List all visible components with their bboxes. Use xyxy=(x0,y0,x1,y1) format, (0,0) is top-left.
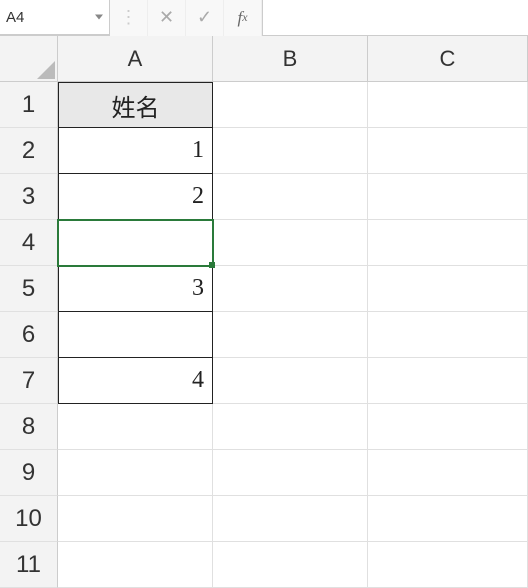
cell-C4[interactable] xyxy=(368,220,528,266)
fx-icon[interactable]: fx xyxy=(224,0,262,36)
cell-B6[interactable] xyxy=(213,312,368,358)
cell-C9[interactable] xyxy=(368,450,528,496)
row-header-10[interactable]: 10 xyxy=(0,496,58,542)
enter-icon[interactable]: ✓ xyxy=(186,0,224,36)
row-header-7[interactable]: 7 xyxy=(0,358,58,404)
row-header-3[interactable]: 3 xyxy=(0,174,58,220)
formula-input[interactable] xyxy=(262,0,528,35)
row-header-9[interactable]: 9 xyxy=(0,450,58,496)
spreadsheet-grid: A B C 1 姓名 2 1 3 2 4 5 3 6 7 4 8 9 10 11 xyxy=(0,36,528,588)
cell-A3[interactable]: 2 xyxy=(58,174,213,220)
cell-A8[interactable] xyxy=(58,404,213,450)
formula-bar: A4 ⋮ ✕ ✓ fx xyxy=(0,0,528,36)
formula-buttons: ⋮ ✕ ✓ fx xyxy=(110,0,262,35)
cell-B8[interactable] xyxy=(213,404,368,450)
cell-A7[interactable]: 4 xyxy=(58,358,213,404)
dropdown-icon[interactable] xyxy=(95,15,103,20)
name-box-value: A4 xyxy=(6,9,24,26)
cell-A6[interactable] xyxy=(58,312,213,358)
select-all-icon xyxy=(37,61,55,79)
cell-B7[interactable] xyxy=(213,358,368,404)
col-header-B[interactable]: B xyxy=(213,36,368,82)
row-header-2[interactable]: 2 xyxy=(0,128,58,174)
row-header-11[interactable]: 11 xyxy=(0,542,58,588)
cell-A9[interactable] xyxy=(58,450,213,496)
cell-C10[interactable] xyxy=(368,496,528,542)
cell-C3[interactable] xyxy=(368,174,528,220)
cell-A10[interactable] xyxy=(58,496,213,542)
cell-B9[interactable] xyxy=(213,450,368,496)
row-header-6[interactable]: 6 xyxy=(0,312,58,358)
cell-A2[interactable]: 1 xyxy=(58,128,213,174)
more-icon[interactable]: ⋮ xyxy=(110,0,148,36)
cell-A4[interactable] xyxy=(58,220,213,266)
row-header-4[interactable]: 4 xyxy=(0,220,58,266)
cell-B5[interactable] xyxy=(213,266,368,312)
cell-C5[interactable] xyxy=(368,266,528,312)
cell-C1[interactable] xyxy=(368,82,528,128)
cell-B11[interactable] xyxy=(213,542,368,588)
col-header-A[interactable]: A xyxy=(58,36,213,82)
cell-A1[interactable]: 姓名 xyxy=(58,82,213,128)
cell-A5[interactable]: 3 xyxy=(58,266,213,312)
cell-B2[interactable] xyxy=(213,128,368,174)
select-all-corner[interactable] xyxy=(0,36,58,82)
row-header-8[interactable]: 8 xyxy=(0,404,58,450)
cell-C6[interactable] xyxy=(368,312,528,358)
cell-B1[interactable] xyxy=(213,82,368,128)
cancel-icon[interactable]: ✕ xyxy=(148,0,186,36)
row-header-5[interactable]: 5 xyxy=(0,266,58,312)
cell-B4[interactable] xyxy=(213,220,368,266)
row-header-1[interactable]: 1 xyxy=(0,82,58,128)
col-header-C[interactable]: C xyxy=(368,36,528,82)
cell-B3[interactable] xyxy=(213,174,368,220)
cell-C2[interactable] xyxy=(368,128,528,174)
cell-C11[interactable] xyxy=(368,542,528,588)
name-box[interactable]: A4 xyxy=(0,0,110,35)
cell-A11[interactable] xyxy=(58,542,213,588)
cell-C7[interactable] xyxy=(368,358,528,404)
cell-B10[interactable] xyxy=(213,496,368,542)
cell-C8[interactable] xyxy=(368,404,528,450)
